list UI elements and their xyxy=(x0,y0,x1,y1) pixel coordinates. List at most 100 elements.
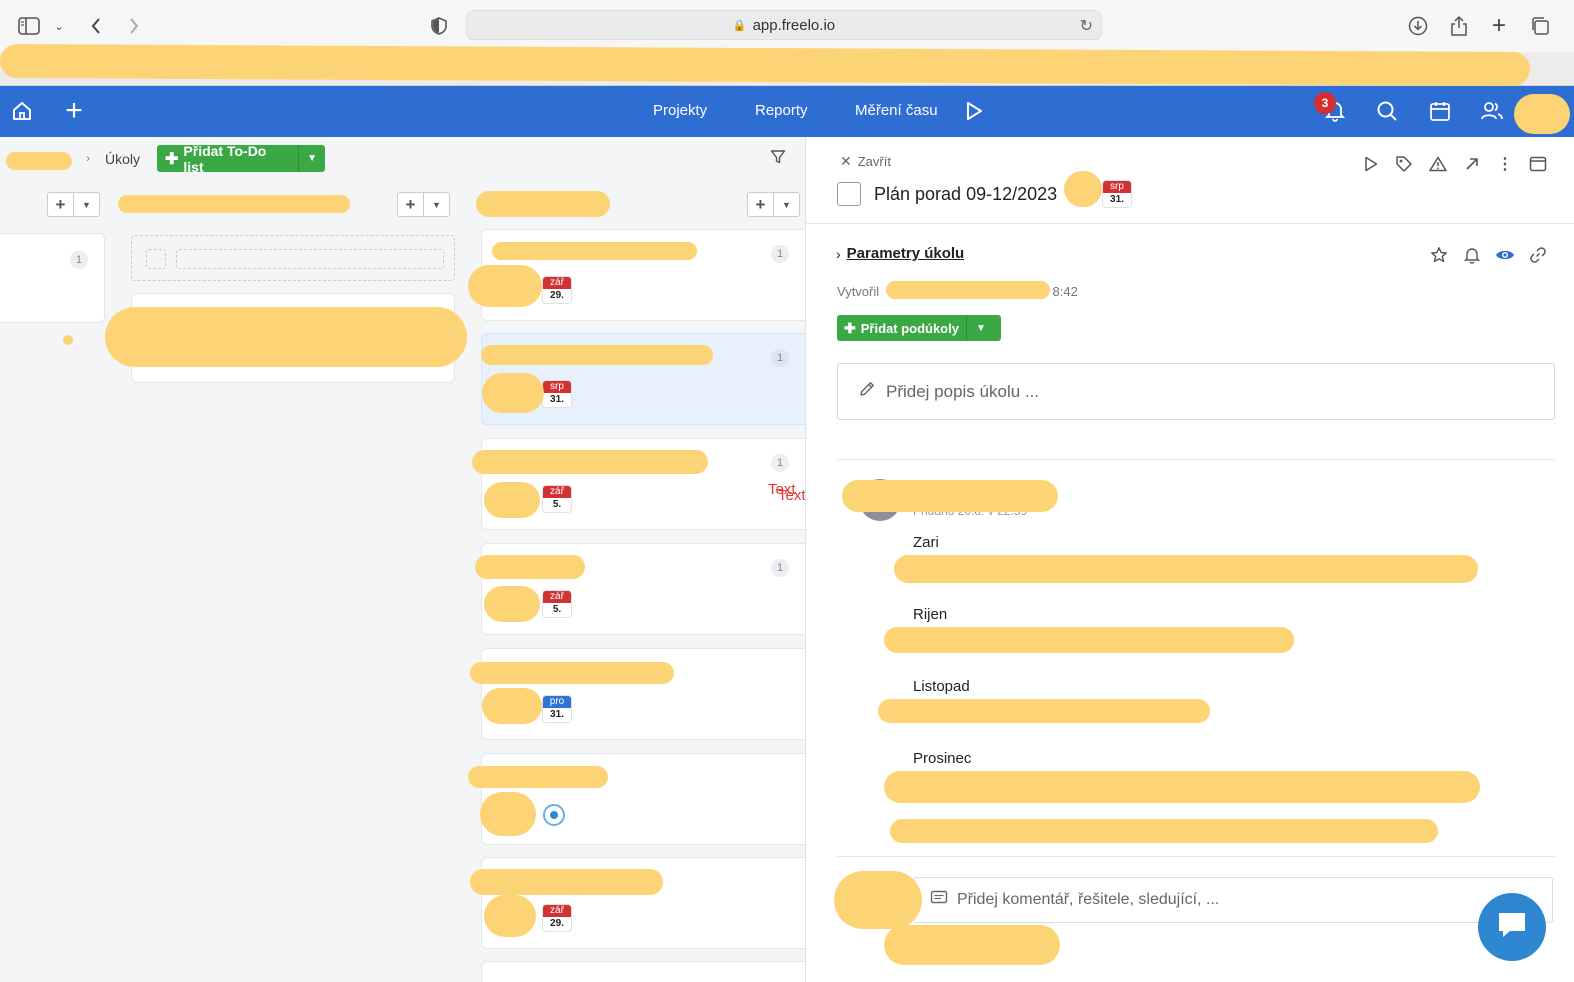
users-icon[interactable] xyxy=(1479,98,1505,124)
address-bar[interactable]: 🔒 app.freelo.io ↻ xyxy=(466,10,1102,40)
redaction xyxy=(476,191,610,217)
tag-icon[interactable] xyxy=(1393,153,1415,175)
chevron-down-icon[interactable]: ▼ xyxy=(299,153,325,164)
redaction xyxy=(890,819,1438,843)
redaction xyxy=(468,265,542,307)
description-input[interactable]: Přidej popis úkolu ... xyxy=(837,363,1555,420)
home-icon[interactable] xyxy=(9,98,35,124)
filter-icon[interactable] xyxy=(770,149,786,170)
input-placeholder xyxy=(176,249,444,269)
due-date-badge: pro 31. xyxy=(543,696,571,722)
breadcrumb: › Úkoly ✚ Přidat To-Do list ▼ xyxy=(0,137,805,181)
task-card[interactable]: 1 xyxy=(0,233,105,323)
redaction xyxy=(482,688,542,724)
redaction xyxy=(894,555,1478,583)
comment-text-line: Rijen xyxy=(913,606,948,623)
search-icon[interactable] xyxy=(1374,98,1400,124)
column-add-button[interactable]: + ▼ xyxy=(397,192,450,217)
created-prefix: Vytvořil xyxy=(837,284,880,299)
new-task-placeholder[interactable] xyxy=(131,235,455,281)
task-parameters-toggle[interactable]: › Parametry úkolu xyxy=(836,245,964,262)
redaction xyxy=(6,152,72,170)
shield-icon[interactable] xyxy=(426,13,452,39)
add-subtasks-button[interactable]: ✚ Přidat podúkoly ▼ xyxy=(837,315,1001,341)
task-card[interactable] xyxy=(481,961,805,982)
sidebar-toggle-icon[interactable] xyxy=(16,13,42,39)
star-icon[interactable] xyxy=(1428,244,1450,266)
redaction xyxy=(472,450,708,474)
redaction xyxy=(1064,171,1102,207)
chat-support-button[interactable] xyxy=(1478,893,1546,961)
add-icon[interactable]: + xyxy=(61,94,87,127)
due-date-badge: zář 29. xyxy=(543,277,571,303)
watch-eye-icon[interactable] xyxy=(1494,244,1516,266)
nav-time-tracking[interactable]: Měření času xyxy=(855,102,938,119)
new-tab-icon[interactable]: + xyxy=(1486,12,1512,39)
forward-icon[interactable] xyxy=(121,13,147,39)
calendar-icon[interactable] xyxy=(1427,98,1453,124)
plus-icon: ✚ xyxy=(844,319,856,336)
redaction xyxy=(468,766,608,788)
pencil-icon xyxy=(858,380,876,403)
chevron-down-icon[interactable]: ▼ xyxy=(74,193,99,216)
add-subtasks-label: Přidat podúkoly xyxy=(860,320,959,336)
annotation-text: Text xyxy=(778,487,805,504)
link-icon[interactable] xyxy=(1527,244,1549,266)
task-detail-panel: ✕ Zavřít ⋮ Plán porad 09-12/2023 srp 31. … xyxy=(805,137,1574,982)
nav-projects[interactable]: Projekty xyxy=(653,102,707,119)
close-button[interactable]: ✕ Zavřít xyxy=(840,153,891,170)
tab-overview-icon[interactable] xyxy=(1527,13,1553,39)
redaction xyxy=(834,871,922,929)
panel-layout-icon[interactable] xyxy=(1527,153,1549,175)
task-title[interactable]: Plán porad 09-12/2023 xyxy=(874,184,1057,205)
breadcrumb-current[interactable]: Úkoly xyxy=(105,151,140,167)
share-icon[interactable] xyxy=(1446,13,1472,39)
comment-placeholder: Přidej komentář, řešitele, sledující, ..… xyxy=(957,891,1220,908)
column-add-button[interactable]: + ▼ xyxy=(47,192,100,217)
redaction xyxy=(484,482,540,518)
reminder-bell-icon[interactable] xyxy=(1461,244,1483,266)
download-icon[interactable] xyxy=(1405,13,1431,39)
comment-count: 1 xyxy=(771,349,789,367)
chevron-down-icon[interactable]: ▼ xyxy=(424,193,449,216)
plus-icon[interactable]: + xyxy=(48,193,74,216)
task-parameters-label: Parametry úkolu xyxy=(846,245,965,262)
redaction xyxy=(886,281,1050,299)
chevron-down-icon[interactable]: ▼ xyxy=(967,323,995,334)
add-todo-list-button[interactable]: ✚ Přidat To-Do list ▼ xyxy=(157,142,325,175)
chevron-down-icon[interactable]: ▼ xyxy=(774,193,799,216)
play-icon[interactable] xyxy=(1360,153,1382,175)
notification-badge: 3 xyxy=(1314,92,1336,114)
redaction xyxy=(884,627,1294,653)
comment-text-line: Prosinec xyxy=(913,750,972,767)
redaction xyxy=(105,307,467,367)
task-complete-checkbox[interactable] xyxy=(837,182,861,206)
nav-reports[interactable]: Reporty xyxy=(755,102,808,119)
description-placeholder: Přidej popis úkolu ... xyxy=(886,381,1040,401)
browser-toolbar: ⌄ 🔒 app.freelo.io ↻ + xyxy=(0,0,1574,52)
back-icon[interactable] xyxy=(83,13,109,39)
redaction xyxy=(480,792,536,836)
move-arrow-icon[interactable] xyxy=(1461,153,1483,175)
play-icon[interactable] xyxy=(961,98,987,124)
chevron-right-icon: › xyxy=(86,151,90,165)
redaction xyxy=(484,895,536,937)
redaction xyxy=(481,345,713,365)
comment-count: 1 xyxy=(771,454,789,472)
chevron-down-icon[interactable]: ⌄ xyxy=(46,13,72,39)
column-add-button[interactable]: + ▼ xyxy=(747,192,800,217)
plus-icon[interactable]: + xyxy=(398,193,424,216)
comment-input[interactable]: Přidej komentář, řešitele, sledující, ..… xyxy=(913,877,1553,923)
chevron-right-icon: › xyxy=(836,245,841,262)
plus-icon[interactable]: + xyxy=(748,193,774,216)
more-icon[interactable]: ⋮ xyxy=(1494,153,1516,175)
warning-icon[interactable] xyxy=(1427,153,1449,175)
status-dot xyxy=(63,335,73,345)
add-todo-list-label: Přidat To-Do list xyxy=(183,142,267,175)
due-date-badge: srp 31. xyxy=(1103,181,1131,207)
redaction xyxy=(482,373,544,413)
comment-count: 1 xyxy=(771,559,789,577)
lock-icon: 🔒 xyxy=(732,19,747,32)
redaction xyxy=(118,195,350,213)
reload-icon[interactable]: ↻ xyxy=(1080,16,1093,36)
